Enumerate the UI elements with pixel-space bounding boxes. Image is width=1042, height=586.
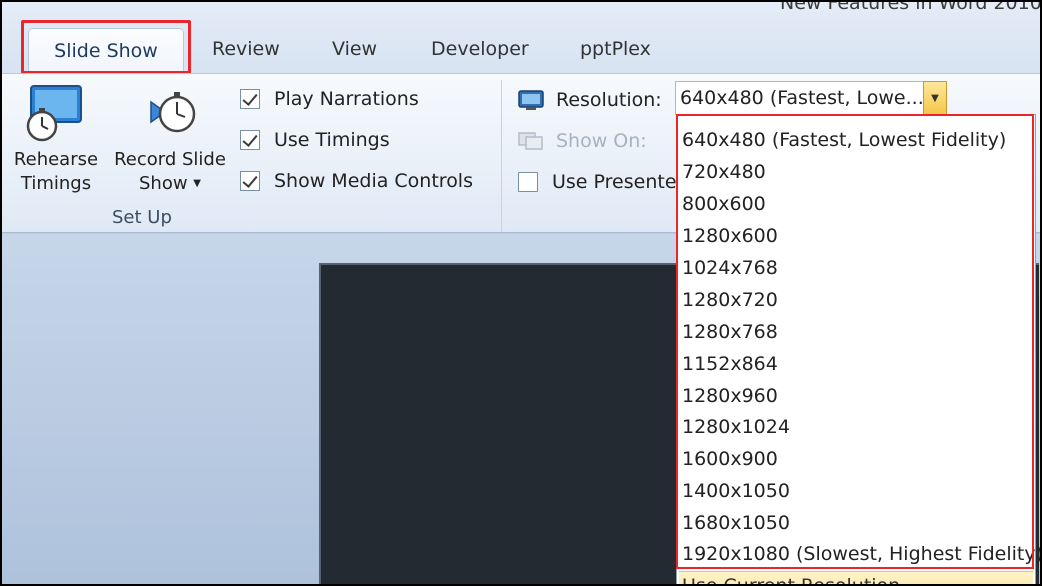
- app-window: New Features in Word 2010 Slide Show Rev…: [2, 2, 1040, 584]
- show-on-row: Show On:: [518, 127, 647, 155]
- group-separator: [501, 80, 502, 232]
- resolution-combobox[interactable]: 640x480 (Fastest, Lowe... ▼: [675, 81, 947, 115]
- record-slide-show-button[interactable]: Record Slide Show ▼: [108, 84, 232, 196]
- group-label-set-up: Set Up: [112, 207, 172, 228]
- resolution-option[interactable]: 640x480 (Fastest, Lowest Fidelity): [682, 125, 1032, 155]
- tab-pptplex[interactable]: pptPlex: [580, 38, 651, 60]
- resolution-option[interactable]: 1280x768: [682, 317, 1032, 347]
- rehearse-timings-icon: [26, 85, 82, 142]
- window-title: New Features in Word 2010: [780, 2, 1040, 14]
- record-stopwatch-icon: [150, 92, 196, 133]
- resolution-option[interactable]: 1680x1050: [682, 508, 1032, 538]
- play-narrations-checkbox[interactable]: Play Narrations: [240, 86, 419, 112]
- checkbox-box[interactable]: [240, 171, 260, 191]
- checkbox-box[interactable]: [240, 130, 260, 150]
- resolution-option[interactable]: 1280x720: [682, 285, 1032, 315]
- resolution-option[interactable]: 1400x1050: [682, 476, 1032, 506]
- show-media-controls-checkbox[interactable]: Show Media Controls: [240, 168, 473, 194]
- resolution-option[interactable]: 720x480: [682, 157, 1032, 187]
- checkbox-box[interactable]: [518, 172, 538, 192]
- tab-view[interactable]: View: [332, 38, 377, 60]
- checkbox-label: Play Narrations: [274, 88, 419, 110]
- resolution-selected-value: 640x480 (Fastest, Lowe...: [680, 87, 922, 109]
- tab-slide-show[interactable]: Slide Show: [28, 28, 184, 76]
- checkbox-box[interactable]: [240, 89, 260, 109]
- chevron-down-icon[interactable]: ▼: [923, 81, 947, 115]
- rehearse-timings-button[interactable]: Rehearse Timings: [10, 84, 102, 196]
- record-line1: Record Slide: [114, 149, 226, 170]
- checkbox-label: Use Timings: [274, 129, 390, 151]
- resolution-option[interactable]: 1280x1024: [682, 412, 1032, 442]
- presenter-label: Use Presente: [552, 171, 677, 193]
- chevron-down-icon: ▼: [193, 178, 201, 189]
- resolution-option[interactable]: 1600x900: [682, 444, 1032, 474]
- resolution-option[interactable]: 1280x960: [682, 381, 1032, 411]
- resolution-option[interactable]: 1920x1080 (Slowest, Highest Fidelity): [682, 539, 1040, 569]
- show-on-label: Show On:: [556, 130, 647, 152]
- monitors-icon: [518, 132, 543, 150]
- use-current-resolution-option[interactable]: Use Current Resolution: [679, 571, 1033, 584]
- use-presenter-view-checkbox[interactable]: Use Presente: [518, 168, 677, 196]
- ribbon-tab-strip: New Features in Word 2010 Slide Show Rev…: [2, 2, 1040, 76]
- tab-review[interactable]: Review: [212, 38, 280, 60]
- rehearse-line1: Rehearse: [13, 149, 99, 170]
- tab-developer[interactable]: Developer: [431, 38, 529, 60]
- resolution-option[interactable]: 1024x768: [682, 253, 1032, 283]
- resolution-row: Resolution:: [518, 86, 662, 114]
- monitor-icon: [518, 90, 544, 110]
- tab-label: Slide Show: [54, 39, 158, 62]
- resolution-option[interactable]: 1280x600: [682, 221, 1032, 251]
- checkbox-label: Show Media Controls: [274, 170, 473, 192]
- resolution-label: Resolution:: [556, 89, 662, 111]
- record-line2: Show: [138, 173, 188, 194]
- rehearse-line2: Timings: [20, 173, 92, 194]
- resolution-option[interactable]: 1152x864: [682, 349, 1032, 379]
- resolution-dropdown-list: 640x480 (Fastest, Lowest Fidelity) 720x4…: [676, 114, 1040, 584]
- resolution-option[interactable]: 800x600: [682, 189, 1032, 219]
- use-timings-checkbox[interactable]: Use Timings: [240, 127, 390, 153]
